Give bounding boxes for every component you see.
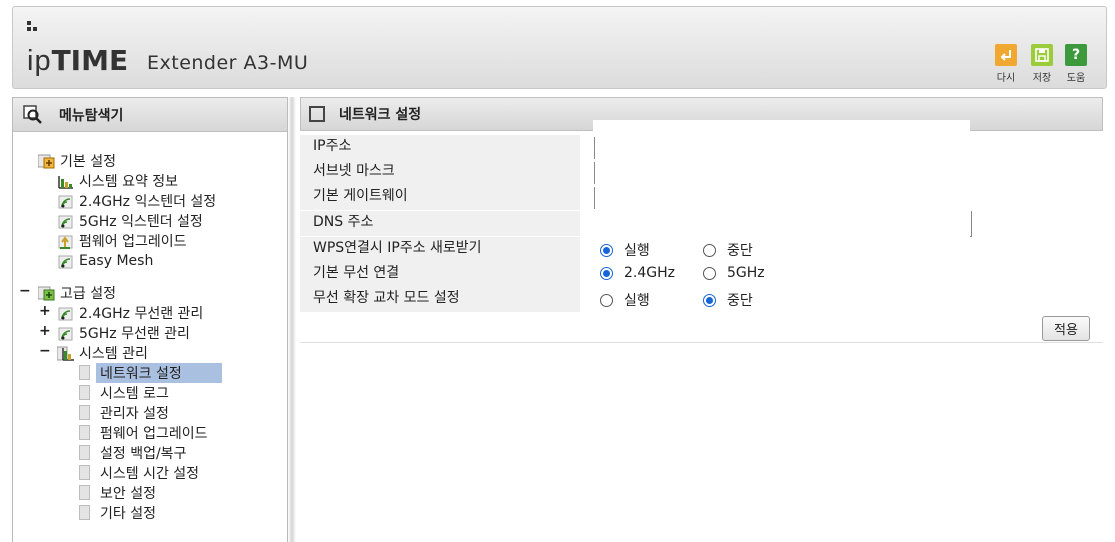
cross-mode-row: 무선 확장 교차 모드 설정 실행 중단	[300, 287, 1103, 312]
save-label: 저장	[1032, 73, 1052, 84]
tree-item-easy-mesh[interactable]: Easy Mesh	[57, 251, 153, 270]
cross-mode-label: 무선 확장 교차 모드 설정	[300, 287, 580, 312]
page-icon	[79, 445, 90, 460]
undo-label: 다시	[996, 73, 1016, 84]
brand-logo: ipTIME	[27, 44, 129, 77]
subnet-mask-label: 서브넷 마스크	[300, 160, 580, 185]
tree-item-backup-restore[interactable]: 설정 백업/복구	[79, 443, 186, 462]
search-icon	[23, 104, 43, 125]
dns-label: DNS 주소	[300, 211, 580, 236]
main-panel: 네트워크 설정 IP주소 서브넷 마스크 기본 게이트웨이 DNS 주소 WPS…	[300, 97, 1103, 542]
wps-stop-radio[interactable]: 중단	[703, 240, 753, 260]
tree-item-24ghz-extender[interactable]: 2.4GHz 익스텐더 설정	[57, 191, 216, 210]
frame-divider[interactable]	[288, 97, 296, 542]
expand-icon[interactable]: +	[39, 303, 51, 319]
tree-item-security-settings[interactable]: 보안 설정	[79, 483, 156, 502]
radio-unchecked-icon[interactable]	[600, 293, 613, 307]
page-icon	[79, 505, 90, 520]
wireless-label: 기본 무선 연결	[300, 262, 580, 287]
tree-item-summary[interactable]: 시스템 요약 정보	[57, 171, 178, 190]
wireless-24ghz-radio[interactable]: 2.4GHz	[600, 265, 675, 281]
page-icon	[79, 365, 90, 380]
page-icon	[79, 485, 90, 500]
bar-chart-icon	[56, 345, 75, 361]
page-icon	[79, 405, 90, 420]
folder-gear-icon	[37, 285, 56, 301]
page-icon	[79, 425, 90, 440]
header-bar: ipTIME Extender A3-MU 다시 저장 ? 도움	[12, 6, 1107, 89]
save-button[interactable]: 저장	[1028, 44, 1056, 84]
divider-line	[300, 342, 1103, 343]
undo-button[interactable]: 다시	[992, 44, 1020, 84]
collapse-icon[interactable]: −	[19, 283, 31, 299]
tree-item-system-mgmt[interactable]: 시스템 관리	[56, 343, 148, 362]
wps-run-radio[interactable]: 실행	[600, 240, 650, 260]
tree-item-24ghz-wlan[interactable]: 2.4GHz 무선랜 관리	[57, 303, 203, 322]
tree-item-firmware[interactable]: 펌웨어 업그레이드	[57, 231, 187, 250]
wifi-icon	[57, 305, 75, 321]
wireless-row: 기본 무선 연결 2.4GHz 5GHz	[300, 262, 1103, 287]
tree-group-advanced[interactable]: 고급 설정	[37, 283, 116, 302]
wps-row: WPS연결시 IP주소 새로받기 실행 중단	[300, 237, 1103, 262]
wireless-5ghz-radio[interactable]: 5GHz	[703, 265, 765, 281]
settings-window-icon	[309, 106, 325, 122]
subnet-mask-input[interactable]	[594, 162, 595, 184]
tree-item-system-log[interactable]: 시스템 로그	[79, 383, 169, 402]
bar-chart-icon	[57, 173, 75, 189]
sidebar-title: 메뉴탐색기	[59, 107, 124, 124]
collapse-icon[interactable]: −	[39, 343, 51, 359]
tree-item-network-settings[interactable]: 네트워크 설정	[79, 362, 222, 383]
save-icon	[1031, 44, 1053, 66]
wifi-icon	[57, 213, 75, 229]
tree-item-5ghz-extender[interactable]: 5GHz 익스텐더 설정	[57, 211, 203, 230]
help-button[interactable]: ? 도움	[1062, 44, 1090, 84]
gateway-input[interactable]	[594, 187, 595, 209]
radio-checked-icon[interactable]	[600, 266, 613, 280]
expand-icon[interactable]: +	[39, 323, 51, 339]
sidebar: 메뉴탐색기 기본 설정 시스템 요약 정보 2.4GHz 익스텐더 설정 5GH…	[12, 97, 288, 542]
tree-item-5ghz-wlan[interactable]: 5GHz 무선랜 관리	[57, 323, 190, 342]
help-label: 도움	[1066, 73, 1086, 84]
tree-group-basic[interactable]: 기본 설정	[37, 151, 116, 170]
page-title: 네트워크 설정	[339, 107, 422, 123]
folder-gear-icon	[37, 153, 56, 169]
wifi-icon	[57, 253, 75, 269]
ip-address-input[interactable]	[594, 137, 595, 159]
cross-run-radio[interactable]: 실행	[600, 290, 650, 310]
wps-label: WPS연결시 IP주소 새로받기	[300, 237, 580, 262]
tree-item-admin-settings[interactable]: 관리자 설정	[79, 403, 169, 422]
undo-icon	[995, 44, 1017, 66]
gateway-label: 기본 게이트웨이	[300, 185, 580, 210]
radio-checked-icon[interactable]	[600, 243, 613, 257]
tree-item-time-settings[interactable]: 시스템 시간 설정	[79, 463, 199, 482]
logo-dots-icon	[27, 21, 39, 33]
wifi-icon	[57, 325, 75, 341]
wifi-icon	[57, 193, 75, 209]
upgrade-icon	[57, 233, 75, 249]
cross-stop-radio[interactable]: 중단	[703, 290, 753, 310]
help-icon: ?	[1065, 44, 1087, 66]
model-name: Extender A3-MU	[147, 52, 309, 74]
page-icon	[79, 385, 90, 400]
tree-item-firmware-upgrade[interactable]: 펌웨어 업그레이드	[79, 423, 208, 442]
apply-button[interactable]: 적용	[1042, 316, 1090, 341]
redacted-region	[593, 120, 970, 240]
ip-address-label: IP주소	[300, 135, 580, 160]
radio-checked-icon[interactable]	[703, 293, 716, 307]
sidebar-header: 메뉴탐색기	[13, 98, 287, 132]
tree-item-other-settings[interactable]: 기타 설정	[79, 503, 156, 522]
radio-unchecked-icon[interactable]	[703, 243, 716, 257]
page-icon	[79, 465, 90, 480]
radio-unchecked-icon[interactable]	[703, 266, 716, 280]
